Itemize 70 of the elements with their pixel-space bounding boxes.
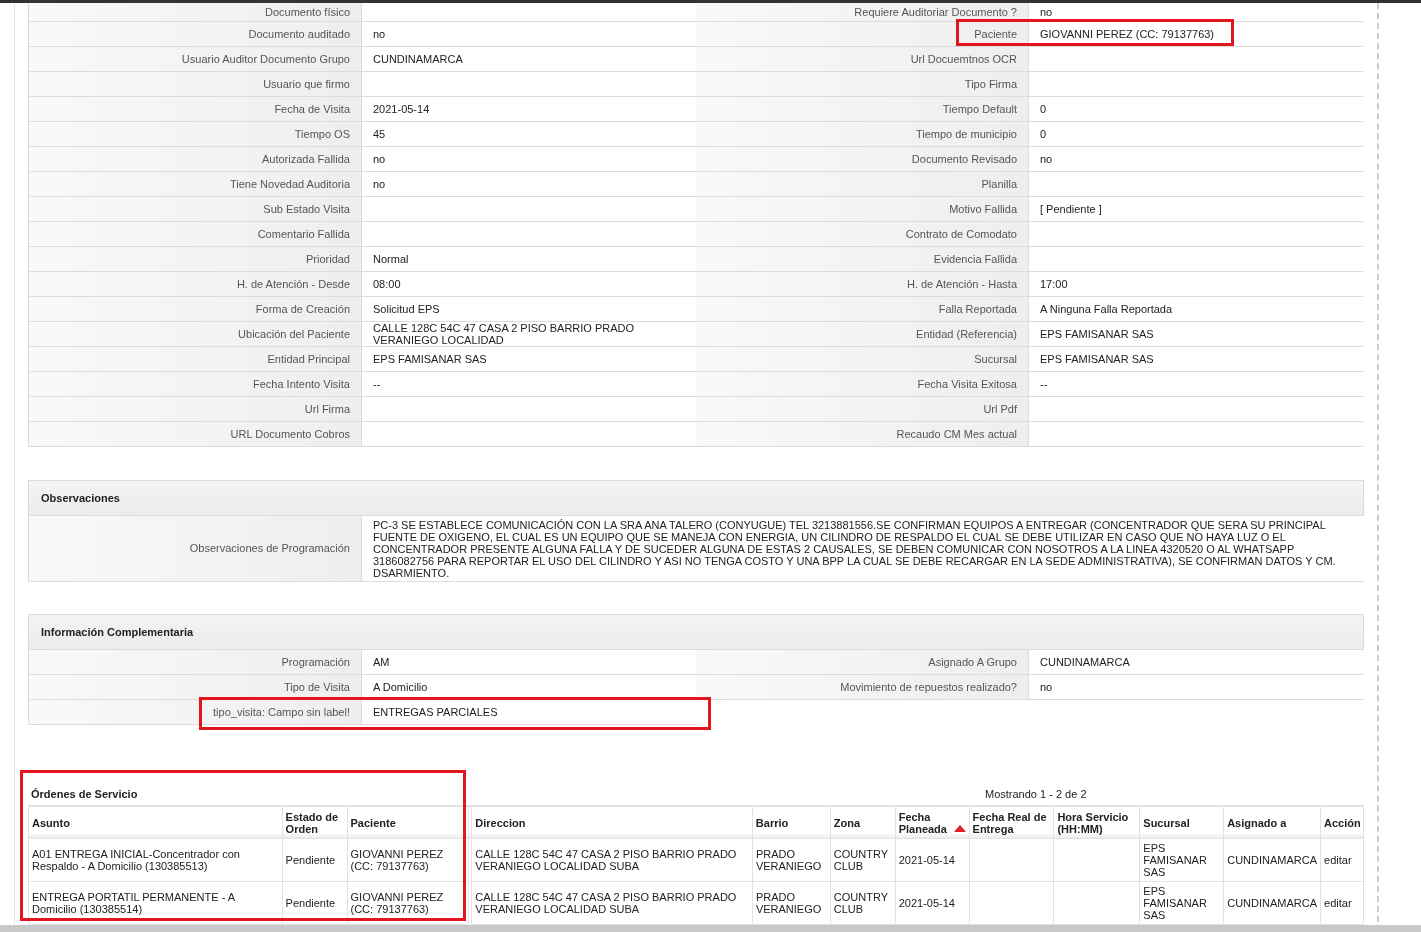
column-header[interactable]: Direccion (471, 807, 753, 839)
table-cell: COUNTRY CLUB (830, 839, 896, 882)
field-label: Ubicación del Paciente (29, 322, 362, 346)
column-header[interactable]: Fecha Planeada (895, 807, 970, 839)
field-label: Sucursal (696, 347, 1029, 371)
column-header[interactable]: Hora Servicio (HH:MM) (1054, 807, 1141, 839)
field-label: H. de Atención - Hasta (696, 272, 1029, 296)
table-cell: CALLE 128C 54C 47 CASA 2 PISO BARRIO PRADO VERANIEGO LOCALIDAD SUBA (471, 839, 753, 882)
field-label: Usuario Auditor Documento Grupo (29, 47, 362, 71)
field-label: Prioridad (29, 247, 362, 271)
field-label: Documento físico (29, 3, 362, 21)
field-label: Tipo de Visita (29, 675, 362, 699)
column-header[interactable]: Zona (830, 807, 896, 839)
field-label: URL Documento Cobros (29, 422, 362, 446)
field-label: Requiere Auditoriar Documento ? (696, 3, 1029, 21)
field-label: Programación (29, 650, 362, 674)
field-label: Tiene Novedad Auditoria (29, 172, 362, 196)
table-cell: EPS FAMISANAR SAS (1140, 839, 1225, 882)
horizontal-scrollbar[interactable] (0, 925, 1421, 932)
section-header: Observaciones (28, 480, 1364, 516)
field-label: H. de Atención - Desde (29, 272, 362, 296)
field-label: Entidad Principal (29, 347, 362, 371)
field-label: Evidencia Fallida (696, 247, 1029, 271)
pagination-text: Mostrando 1 - 2 de 2 (985, 786, 1087, 802)
field-label: Falla Reportada (696, 297, 1029, 321)
field-label: Fecha de Visita (29, 97, 362, 121)
field-label: Fecha Visita Exitosa (696, 372, 1029, 396)
field-label: Movimiento de repuestos realizado? (696, 675, 1029, 699)
field-label: Entidad (Referencia) (696, 322, 1029, 346)
field-label: Fecha Intento Visita (29, 372, 362, 396)
field-label: Url Firma (29, 397, 362, 421)
field-label: Recaudo CM Mes actual (696, 422, 1029, 446)
field-label: Planilla (696, 172, 1029, 196)
column-header[interactable]: Paciente (347, 807, 470, 839)
column-header[interactable]: Acción (1321, 807, 1365, 839)
column-header[interactable]: Asignado a (1224, 807, 1322, 839)
table-cell: Pendiente (282, 839, 348, 882)
field-label: Url Docuemtnos OCR (696, 47, 1029, 71)
field-label: Forma de Creación (29, 297, 362, 321)
column-header[interactable]: Fecha Real de Entrega (969, 807, 1055, 839)
field-label: Contrato de Comodato (696, 222, 1029, 246)
field-label: Observaciones de Programación (29, 516, 362, 581)
field-label: Tiempo Default (696, 97, 1029, 121)
column-header[interactable]: Sucursal (1140, 807, 1225, 839)
table-title: Órdenes de Servicio (30, 786, 139, 802)
field-label: Autorizada Fallida (29, 147, 362, 171)
table-cell: GIOVANNI PEREZ (CC: 79137763) (347, 839, 470, 882)
field-label: Asignado A Grupo (696, 650, 1029, 674)
field-label: Paciente (696, 22, 1029, 46)
table-cell: CUNDINAMARCA (1224, 839, 1322, 882)
field-label: Tipo Firma (696, 72, 1029, 96)
field-label: Comentario Fallida (29, 222, 362, 246)
field-label: Sub Estado Visita (29, 197, 362, 221)
table-cell: 2021-05-14 (895, 839, 970, 882)
column-header[interactable]: Barrio (752, 807, 831, 839)
field-label: Motivo Fallida (696, 197, 1029, 221)
field-label: Documento Revisado (696, 147, 1029, 171)
field-label: Usuario que firmo (29, 72, 362, 96)
column-header[interactable]: Asunto (29, 807, 283, 839)
edit-link[interactable]: editar (1324, 897, 1352, 909)
field-label: Tiempo OS (29, 122, 362, 146)
table-cell: A01 ENTREGA INICIAL-Concentrador con Respaldo - A Domicilio (130385513) (29, 839, 283, 882)
field-label: Documento auditado (29, 22, 362, 46)
field-label: tipo_visita: Campo sin label! (29, 700, 362, 724)
edit-link[interactable]: editar (1324, 854, 1352, 866)
section-header: Información Complementaria (28, 614, 1364, 650)
table-cell: PRADO VERANIEGO (752, 839, 831, 882)
column-header[interactable]: Estado de Orden (282, 807, 348, 839)
field-label: Url Pdf (696, 397, 1029, 421)
field-label: Tiempo de municipio (696, 122, 1029, 146)
